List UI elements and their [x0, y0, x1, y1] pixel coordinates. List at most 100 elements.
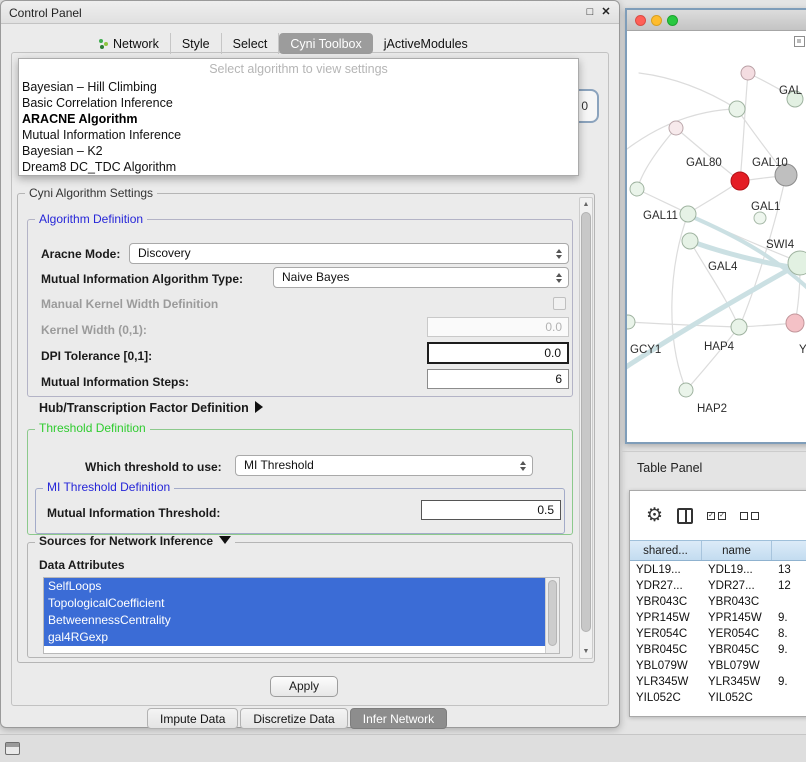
network-node[interactable]	[679, 383, 693, 397]
dpi-tolerance-label: DPI Tolerance [0,1]:	[41, 349, 152, 363]
network-edge[interactable]	[740, 73, 748, 181]
network-node[interactable]	[731, 172, 749, 190]
table-row[interactable]: YER054CYER054C8.	[630, 626, 806, 642]
aracne-mode-select[interactable]: Discovery	[129, 243, 569, 264]
minimize-traffic-light[interactable]	[651, 15, 662, 26]
tab-jactivemodules[interactable]: jActiveModules	[373, 33, 479, 54]
tab-label: Style	[182, 37, 210, 51]
network-node[interactable]	[669, 121, 683, 135]
settings-scrollbar[interactable]: ▲ ▼	[579, 197, 593, 659]
network-edge[interactable]	[688, 327, 739, 388]
columns-icon[interactable]	[677, 508, 693, 524]
tab-network[interactable]: Network	[87, 33, 171, 54]
scroll-up-icon[interactable]: ▲	[580, 198, 592, 211]
collapsed-arrow-icon[interactable]	[255, 401, 263, 413]
column-header[interactable]: name	[702, 541, 772, 560]
table-row[interactable]: YBR045CYBR045C9.	[630, 642, 806, 658]
close-traffic-light[interactable]	[635, 15, 646, 26]
table-row[interactable]: YDR27...YDR27...12	[630, 578, 806, 594]
cyni-settings-title: Cyni Algorithm Settings	[25, 187, 157, 200]
network-node[interactable]	[627, 315, 635, 329]
mi-steps-field[interactable]	[427, 369, 569, 389]
dropdown-item[interactable]: Basic Correlation Inference	[19, 95, 578, 111]
close-icon[interactable]: ✕	[599, 5, 613, 19]
network-node[interactable]	[680, 206, 696, 222]
tab-discretize-data[interactable]: Discretize Data	[240, 708, 347, 729]
apply-button[interactable]: Apply	[270, 676, 338, 697]
kernel-width-field[interactable]	[427, 317, 569, 337]
list-item[interactable]: BetweennessCentrality	[44, 612, 545, 629]
manual-kernel-checkbox[interactable]	[553, 297, 566, 310]
scrollbar-thumb[interactable]	[581, 212, 591, 632]
table-cell	[772, 690, 806, 706]
table-cell: YBR045C	[630, 642, 702, 658]
network-node[interactable]	[729, 101, 745, 117]
tab-impute-data[interactable]: Impute Data	[147, 708, 238, 729]
mi-threshold-field[interactable]	[421, 500, 561, 520]
network-edge[interactable]	[639, 73, 737, 109]
sources-toggle[interactable]: Sources for Network Inference	[35, 535, 235, 548]
tab-cyni-toolbox[interactable]: Cyni Toolbox	[279, 33, 372, 54]
list-scrollbar[interactable]	[545, 578, 559, 653]
table-row[interactable]: YLR345WYLR345W9.	[630, 674, 806, 690]
network-edge[interactable]	[638, 128, 676, 187]
dropdown-item[interactable]: ARACNE Algorithm	[19, 111, 578, 127]
panel-dock-icon[interactable]	[5, 742, 20, 755]
table-row[interactable]: YPR145WYPR145W9.	[630, 610, 806, 626]
control-panel-title: Control Panel	[9, 6, 82, 20]
network-node[interactable]	[630, 182, 644, 196]
table-row[interactable]: YBR043CYBR043C	[630, 594, 806, 610]
network-edge[interactable]	[628, 322, 737, 327]
tab-infer-network[interactable]: Infer Network	[350, 708, 447, 729]
node-label: Y	[799, 344, 806, 356]
deselect-all-columns-icon[interactable]	[740, 512, 759, 520]
select-all-columns-icon[interactable]: ✓✓	[707, 512, 726, 520]
dropdown-item[interactable]: Dream8 DC_TDC Algorithm	[19, 159, 578, 175]
table-cell	[772, 658, 806, 674]
mi-threshold-group-title: MI Threshold Definition	[43, 481, 174, 494]
column-header[interactable]	[772, 541, 806, 560]
list-item[interactable]: gal4RGexp	[44, 629, 545, 646]
table-cell: 9.	[772, 610, 806, 626]
tab-select[interactable]: Select	[222, 33, 280, 54]
float-window-icon[interactable]: □	[583, 5, 597, 19]
kernel-width-label: Kernel Width (0,1):	[41, 323, 147, 337]
zoom-traffic-light[interactable]	[667, 15, 678, 26]
list-scrollbar-thumb[interactable]	[548, 580, 557, 646]
tab-label: Cyni Toolbox	[290, 37, 361, 51]
gear-icon[interactable]: ⚙	[646, 506, 663, 526]
table-cell: YLR345W	[702, 674, 772, 690]
table-row[interactable]: YIL052CYIL052C	[630, 690, 806, 706]
dropdown-item[interactable]: Bayesian – Hill Climbing	[19, 79, 578, 95]
overview-toggle-icon[interactable]	[794, 36, 805, 47]
scroll-down-icon[interactable]: ▼	[580, 645, 592, 658]
sources-title: Sources for Network Inference	[39, 534, 213, 548]
network-edge[interactable]	[676, 128, 739, 180]
tab-style[interactable]: Style	[171, 33, 222, 54]
dropdown-item[interactable]: Bayesian – K2	[19, 143, 578, 159]
network-node[interactable]	[786, 314, 804, 332]
which-threshold-select[interactable]: MI Threshold	[235, 455, 533, 476]
table-cell: YDL19...	[630, 562, 702, 578]
which-threshold-value: MI Threshold	[244, 458, 314, 472]
dpi-tolerance-field[interactable]	[427, 342, 569, 364]
manual-kernel-label: Manual Kernel Width Definition	[41, 297, 218, 311]
expanded-arrow-icon[interactable]	[219, 536, 231, 544]
table-row[interactable]: YBL079WYBL079W	[630, 658, 806, 674]
table-rows: YDL19...YDL19...13YDR27...YDR27...12YBR0…	[630, 562, 806, 706]
network-node[interactable]	[731, 319, 747, 335]
mi-type-select[interactable]: Naive Bayes	[273, 267, 569, 288]
hub-definition-toggle[interactable]: Hub/Transcription Factor Definition	[39, 401, 263, 415]
network-node[interactable]	[682, 233, 698, 249]
tab-label: Network	[113, 37, 159, 51]
network-node[interactable]	[754, 212, 766, 224]
table-row[interactable]: YDL19...YDL19...13	[630, 562, 806, 578]
dropdown-item[interactable]: Mutual Information Inference	[19, 127, 578, 143]
list-item[interactable]: SelfLoops	[44, 578, 545, 595]
control-panel-titlebar[interactable]: Control Panel □ ✕	[1, 1, 619, 24]
network-node[interactable]	[741, 66, 755, 80]
list-item[interactable]: TopologicalCoefficient	[44, 595, 545, 612]
column-header[interactable]: shared...	[630, 541, 702, 560]
network-canvas[interactable]: GAL80GAL10GAL11GAL1SWI4GAL4GCY1HAP4HAP2G…	[627, 31, 806, 444]
network-window-titlebar[interactable]	[627, 10, 806, 31]
